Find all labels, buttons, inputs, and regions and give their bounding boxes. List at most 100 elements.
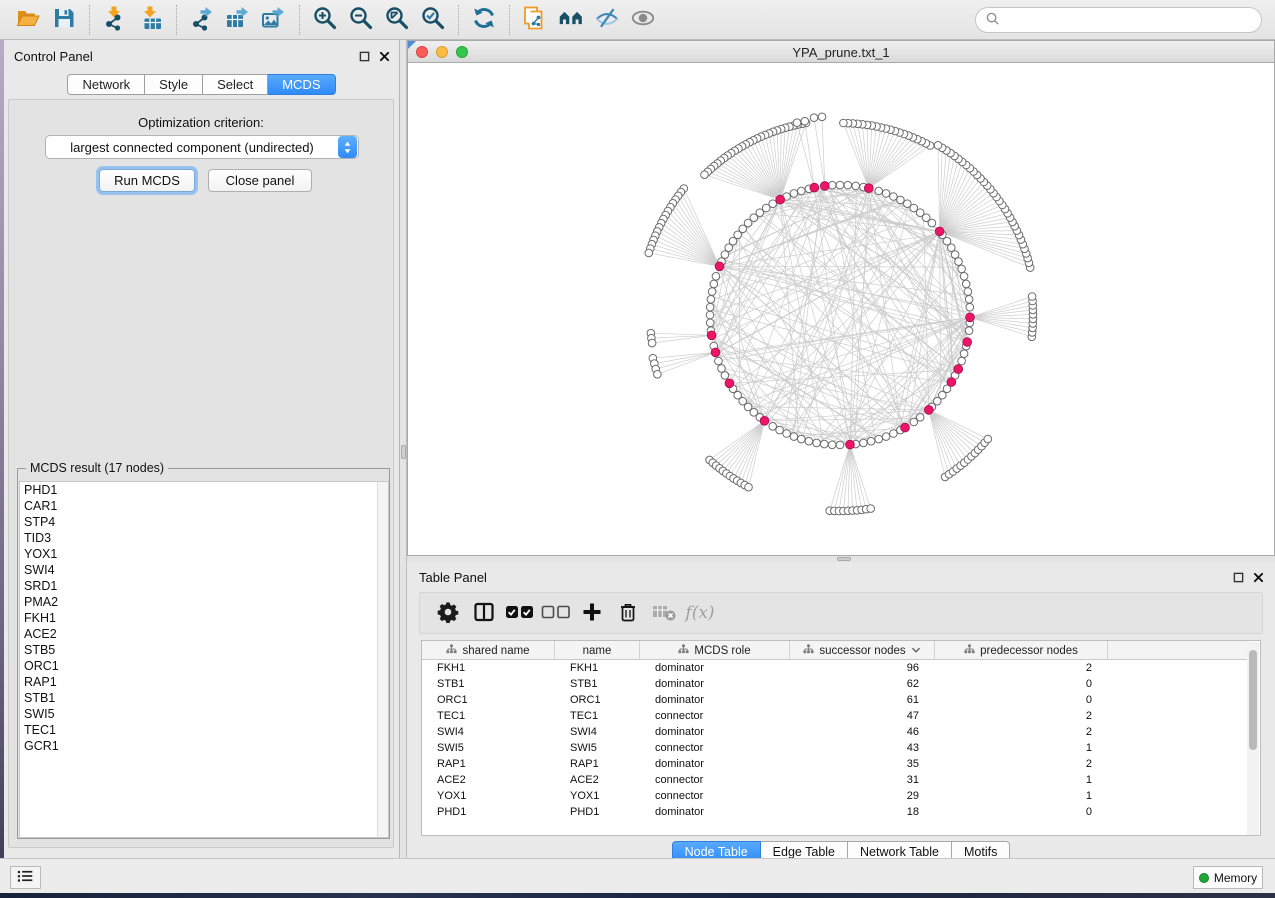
result-node[interactable]: ORC1 <box>20 658 388 674</box>
network-titlebar[interactable]: YPA_prune.txt_1 <box>408 41 1274 63</box>
tab-style[interactable]: Style <box>145 74 203 95</box>
column-header-name[interactable]: name <box>555 641 640 660</box>
show-columns-button[interactable] <box>466 597 502 629</box>
export-table-button[interactable] <box>221 4 255 36</box>
result-node[interactable]: GCR1 <box>20 738 388 754</box>
column-label: name <box>583 645 612 657</box>
table-tree-icon <box>446 644 457 658</box>
result-node[interactable]: RAP1 <box>20 674 388 690</box>
result-node[interactable]: PMA2 <box>20 594 388 610</box>
tab-mcds[interactable]: MCDS <box>268 74 335 95</box>
tab-select[interactable]: Select <box>203 74 268 95</box>
scrollbar-thumb[interactable] <box>1249 650 1257 750</box>
apply-preferred-layout-button[interactable] <box>467 4 501 36</box>
network-view-panel: YPA_prune.txt_1 <box>407 40 1275 556</box>
result-node[interactable]: STP4 <box>20 514 388 530</box>
zoom-out-button[interactable] <box>344 4 378 36</box>
tab-network[interactable]: Network <box>67 74 145 95</box>
table-row[interactable]: FKH1FKH1dominator962 <box>422 660 1248 676</box>
memory-button[interactable]: Memory <box>1193 866 1263 889</box>
close-panel-icon[interactable] <box>377 49 391 63</box>
result-list-scrollbar[interactable] <box>377 482 388 837</box>
float-panel-icon[interactable] <box>1231 570 1245 584</box>
result-node[interactable]: SWI5 <box>20 706 388 722</box>
result-node[interactable]: PHD1 <box>20 482 388 498</box>
cell-shared-name: STB1 <box>422 676 555 692</box>
save-session-button[interactable] <box>47 4 81 36</box>
open-session-button[interactable] <box>11 4 45 36</box>
close-panel-icon[interactable] <box>1251 570 1265 584</box>
run-mcds-button[interactable]: Run MCDS <box>99 169 195 192</box>
deselect-all-rows-button[interactable] <box>538 597 574 629</box>
mcds-result-list[interactable]: PHD1CAR1STP4TID3YOX1SWI4SRD1PMA2FKH1ACE2… <box>19 481 389 838</box>
result-node[interactable]: ACE2 <box>20 626 388 642</box>
column-settings-button[interactable] <box>430 597 466 629</box>
column-header-successor-nodes[interactable]: successor nodes <box>790 641 935 660</box>
cell-name: YOX1 <box>555 788 640 804</box>
table-row[interactable]: TEC1TEC1connector472 <box>422 708 1248 724</box>
result-node[interactable]: FKH1 <box>20 610 388 626</box>
search-field[interactable] <box>975 7 1262 33</box>
memory-label: Memory <box>1214 871 1257 885</box>
result-node[interactable]: STB5 <box>20 642 388 658</box>
close-panel-button[interactable]: Close panel <box>208 169 312 192</box>
column-header-shared-name[interactable]: shared name <box>422 641 555 660</box>
main-toolbar <box>0 0 1275 40</box>
first-neighbors-button[interactable] <box>554 4 588 36</box>
export-image-button[interactable] <box>257 4 291 36</box>
splitter-grip[interactable] <box>837 557 851 561</box>
export-image-icon <box>261 5 287 34</box>
import-table-icon <box>138 5 164 34</box>
delete-column-button[interactable] <box>610 597 646 629</box>
column-header-mcds-role[interactable]: MCDS role <box>640 641 790 660</box>
cell-name: TEC1 <box>555 708 640 724</box>
duplicate-network-button[interactable] <box>518 4 552 36</box>
table-row[interactable]: ORC1ORC1dominator610 <box>422 692 1248 708</box>
criterion-value: largest connected component (undirected) <box>46 140 338 155</box>
table-scrollbar[interactable] <box>1247 642 1259 835</box>
result-node[interactable]: YOX1 <box>20 546 388 562</box>
criterion-dropdown[interactable]: largest connected component (undirected) <box>45 135 359 159</box>
table-row[interactable]: SWI5SWI5connector431 <box>422 740 1248 756</box>
hide-graphics-details-button[interactable] <box>590 4 624 36</box>
table-row[interactable]: SWI4SWI4dominator462 <box>422 724 1248 740</box>
import-network-button[interactable] <box>98 4 132 36</box>
search-icon <box>985 11 1000 29</box>
column-header-predecessor-nodes[interactable]: predecessor nodes <box>935 641 1108 660</box>
table-row[interactable]: RAP1RAP1dominator352 <box>422 756 1248 772</box>
network-canvas[interactable] <box>408 63 1274 555</box>
show-graphics-details-button[interactable] <box>626 4 660 36</box>
search-input[interactable] <box>1000 9 1261 31</box>
fan-nodes <box>645 113 1037 515</box>
result-node[interactable]: SRD1 <box>20 578 388 594</box>
result-node[interactable]: CAR1 <box>20 498 388 514</box>
add-column-button[interactable] <box>574 597 610 629</box>
table-row[interactable]: STB1STB1dominator620 <box>422 676 1248 692</box>
zoom-in-button[interactable] <box>308 4 342 36</box>
select-all-rows-button[interactable] <box>502 597 538 629</box>
table-row[interactable]: YOX1YOX1connector291 <box>422 788 1248 804</box>
vertical-splitter[interactable] <box>400 40 407 858</box>
table-header-row: shared name name MCDS rolesuccessor nodesp… <box>422 641 1248 660</box>
cell-successor-nodes: 35 <box>790 756 935 772</box>
import-network-icon <box>102 5 128 34</box>
task-history-button[interactable] <box>10 866 41 889</box>
result-node[interactable]: SWI4 <box>20 562 388 578</box>
select-all-icon <box>505 601 535 626</box>
result-node[interactable]: TID3 <box>20 530 388 546</box>
node-table[interactable]: shared name name MCDS rolesuccessor nodesp… <box>421 640 1261 836</box>
splitter-grip[interactable] <box>401 445 406 459</box>
result-node[interactable]: TEC1 <box>20 722 388 738</box>
export-network-button[interactable] <box>185 4 219 36</box>
cell-mcds-role: connector <box>640 788 790 804</box>
cell-shared-name: RAP1 <box>422 756 555 772</box>
zoom-fit-button[interactable] <box>380 4 414 36</box>
float-panel-icon[interactable] <box>357 49 371 63</box>
cell-successor-nodes: 18 <box>790 804 935 820</box>
import-table-button[interactable] <box>134 4 168 36</box>
cell-successor-nodes: 96 <box>790 660 935 676</box>
zoom-selected-button[interactable] <box>416 4 450 36</box>
table-row[interactable]: ACE2ACE2connector311 <box>422 772 1248 788</box>
result-node[interactable]: STB1 <box>20 690 388 706</box>
table-row[interactable]: PHD1PHD1dominator180 <box>422 804 1248 820</box>
